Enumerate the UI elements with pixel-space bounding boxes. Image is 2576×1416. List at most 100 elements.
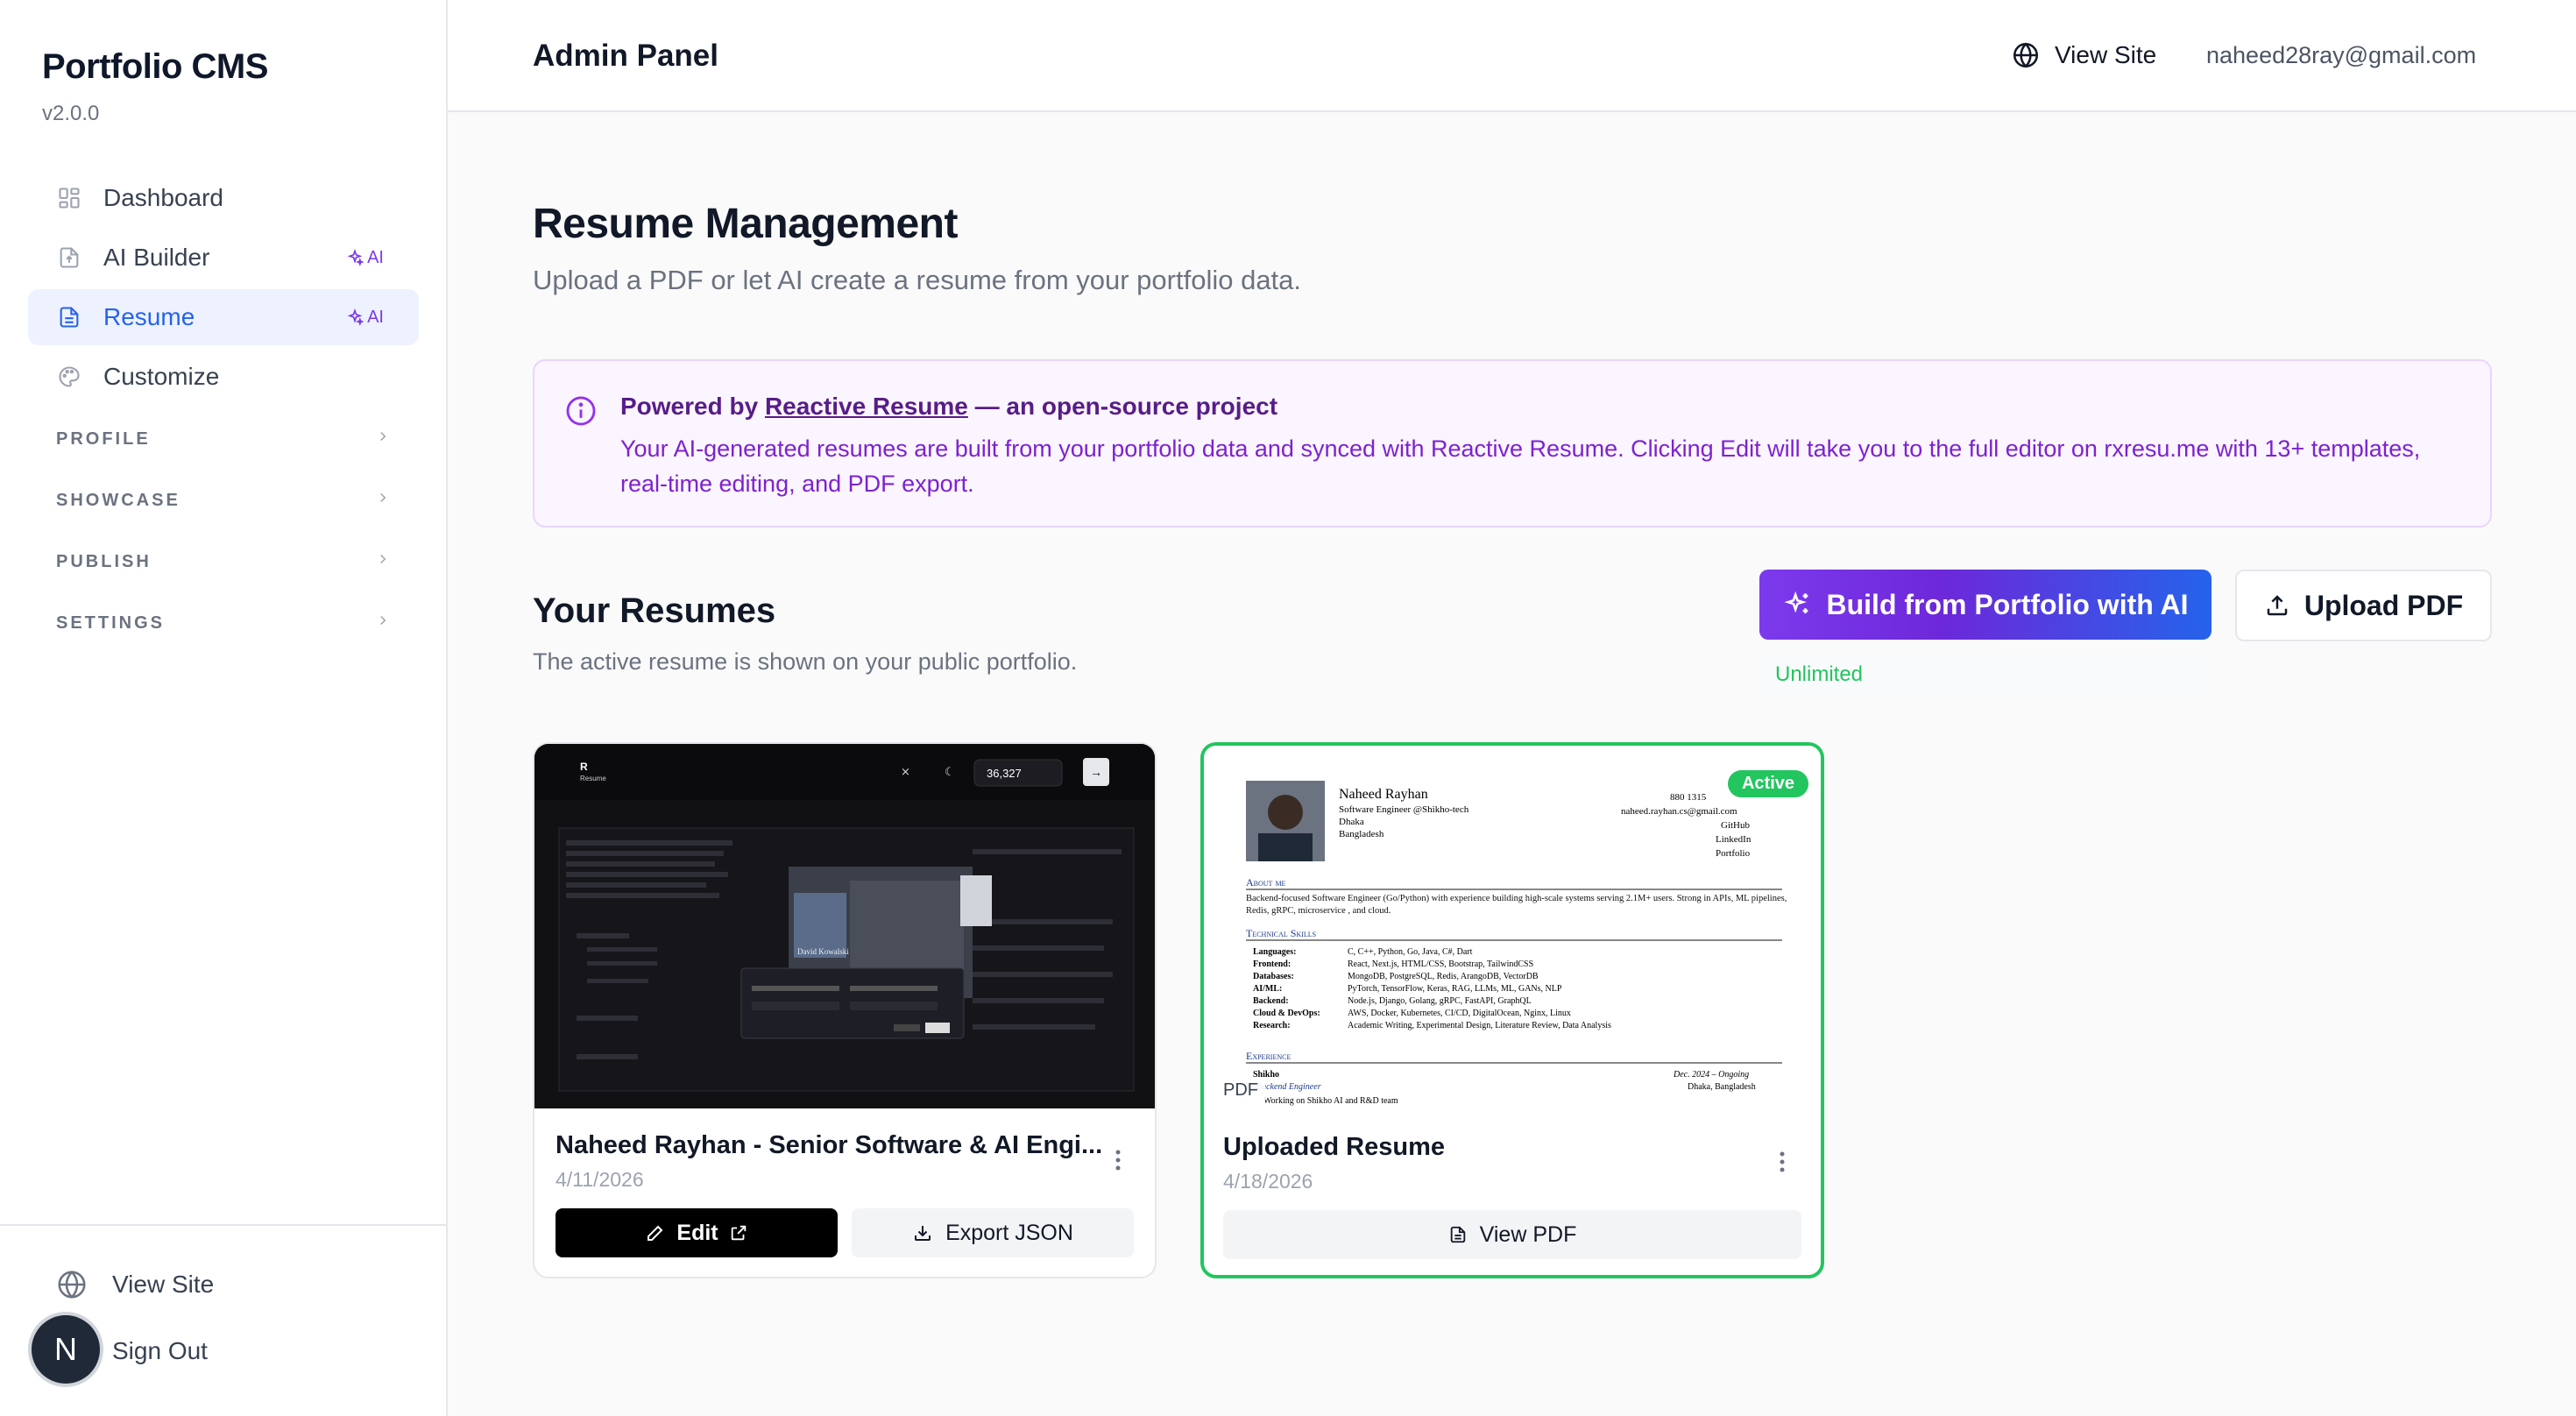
svg-text:Working on Shikho AI and R&D t: Working on Shikho AI and R&D team — [1263, 1096, 1398, 1106]
sparkles-icon — [347, 308, 364, 326]
more-options-icon[interactable] — [1779, 1149, 1786, 1175]
sidebar-item-label: Dashboard — [103, 184, 223, 211]
document-icon — [56, 304, 82, 330]
svg-text:C, C++, Python, Go, Java, C#,: C, C++, Python, Go, Java, C#, Dart — [1348, 947, 1473, 957]
user-email: naheed28ray@gmail.com — [2206, 42, 2477, 68]
svg-text:LinkedIn: LinkedIn — [1716, 834, 1752, 845]
page-title: Resume Management — [533, 201, 958, 247]
svg-text:Dhaka, Bangladesh: Dhaka, Bangladesh — [1688, 1082, 1756, 1092]
resume-date: 4/18/2026 — [1223, 1170, 1313, 1193]
svg-text:naheed.rayhan.cs@gmail.com: naheed.rayhan.cs@gmail.com — [1621, 806, 1737, 817]
usage-unlimited-label: Unlimited — [1759, 655, 2212, 694]
svg-text:Node.js, Django, Golang, gRPC,: Node.js, Django, Golang, gRPC, FastAPI, … — [1348, 996, 1532, 1006]
sidebar: Portfolio CMS v2.0.0 Dashboard AI Builde… — [0, 0, 448, 1416]
resume-preview-thumbnail[interactable]: R Resume ⨯ ☾ 36,327 → David Kowalski — [534, 744, 1155, 1108]
info-title: Powered by Reactive Resume — an open-sou… — [620, 393, 1278, 420]
svg-text:MongoDB, PostgreSQL, Redis, Ar: MongoDB, PostgreSQL, Redis, ArangoDB, Ve… — [1348, 972, 1539, 981]
sidebar-section-showcase[interactable]: SHOWCASE — [28, 470, 419, 531]
svg-text:AI/ML:: AI/ML: — [1253, 984, 1282, 994]
resume-date: 4/11/2026 — [556, 1168, 644, 1191]
chevron-right-icon — [375, 551, 391, 572]
export-json-button[interactable]: Export JSON — [852, 1208, 1134, 1257]
svg-text:Resume: Resume — [580, 775, 606, 782]
resume-pdf-preview[interactable]: Naheed Rayhan Software Engineer @Shikho-… — [1204, 746, 1821, 1110]
svg-text:Dec. 2024 – Ongoing: Dec. 2024 – Ongoing — [1673, 1070, 1749, 1080]
sidebar-item-customize[interactable]: Customize — [28, 349, 419, 405]
svg-text:PyTorch, TensorFlow, Keras, RA: PyTorch, TensorFlow, Keras, RAG, LLMs, M… — [1348, 984, 1562, 994]
svg-text:Technical Skills: Technical Skills — [1246, 927, 1316, 939]
sparkles-icon — [1783, 591, 1808, 613]
resume-card[interactable]: R Resume ⨯ ☾ 36,327 → David Kowalski Nah… — [533, 742, 1157, 1278]
page-header-title: Admin Panel — [533, 39, 718, 73]
svg-text:Experience: Experience — [1246, 1050, 1291, 1062]
chevron-right-icon — [375, 428, 391, 450]
view-pdf-button[interactable]: View PDF — [1223, 1210, 1801, 1259]
info-body: Your AI-generated resumes are built from… — [620, 435, 2421, 497]
svg-text:Frontend:: Frontend: — [1253, 959, 1291, 969]
brand-title: Portfolio CMS — [42, 47, 268, 86]
sidebar-item-ai-builder[interactable]: AI Builder AI — [28, 230, 419, 286]
svg-text:→: → — [1090, 765, 1102, 779]
svg-text:⨯: ⨯ — [901, 765, 910, 778]
chevron-right-icon — [375, 612, 391, 634]
download-icon — [915, 1226, 931, 1241]
sidebar-view-site-link[interactable]: View Site — [54, 1267, 214, 1302]
svg-text:Backend:: Backend: — [1253, 996, 1289, 1006]
sparkles-icon — [347, 249, 364, 266]
svg-text:Languages:: Languages: — [1253, 947, 1296, 957]
sidebar-section-settings[interactable]: SETTINGS — [28, 592, 419, 654]
resumes-section-subtitle: The active resume is shown on your publi… — [533, 648, 1078, 675]
build-with-ai-button[interactable]: Build from Portfolio with AI — [1759, 570, 2212, 640]
sidebar-section-profile[interactable]: PROFILE — [28, 408, 419, 470]
pdf-tag: PDF — [1216, 1079, 1265, 1102]
svg-text:About me: About me — [1246, 876, 1286, 889]
sidebar-item-label: Customize — [103, 363, 220, 390]
svg-text:880 1315: 880 1315 — [1670, 792, 1707, 803]
svg-text:☾: ☾ — [945, 765, 955, 778]
globe-icon — [2011, 40, 2041, 70]
svg-text:React, Next.js, HTML/CSS, Boot: React, Next.js, HTML/CSS, Bootstrap, Tai… — [1348, 959, 1533, 969]
resume-card-active[interactable]: Naheed Rayhan Software Engineer @Shikho-… — [1200, 742, 1824, 1278]
sign-out-button[interactable]: Sign Out — [112, 1337, 208, 1365]
svg-text:Backend Engineer: Backend Engineer — [1256, 1082, 1321, 1092]
palette-icon — [56, 364, 82, 390]
resume-title: Naheed Rayhan - Senior Software & AI Eng… — [556, 1131, 1103, 1159]
info-banner: Powered by Reactive Resume — an open-sou… — [533, 359, 2492, 527]
page-subtitle: Upload a PDF or let AI create a resume f… — [533, 265, 1302, 295]
pencil-icon — [648, 1225, 663, 1241]
upload-pdf-button[interactable]: Upload PDF — [2235, 570, 2492, 641]
svg-text:Research:: Research: — [1253, 1021, 1291, 1030]
svg-text:Bangladesh: Bangladesh — [1339, 829, 1384, 839]
top-bar: Admin Panel View Site naheed28ray@gmail.… — [448, 0, 2576, 112]
svg-text:AWS, Docker, Kubernetes, CI/CD: AWS, Docker, Kubernetes, CI/CD, DigitalO… — [1348, 1009, 1571, 1018]
more-options-icon[interactable] — [1115, 1147, 1122, 1173]
resume-title: Uploaded Resume — [1223, 1133, 1445, 1161]
reactive-resume-link[interactable]: Reactive Resume — [765, 393, 968, 420]
info-icon — [564, 394, 598, 428]
sidebar-item-label: AI Builder — [103, 244, 210, 271]
header-view-site-link[interactable]: View Site — [2011, 40, 2156, 70]
edit-resume-button[interactable]: Edit — [556, 1208, 838, 1257]
svg-text:Academic Writing, Experimental: Academic Writing, Experimental Design, L… — [1348, 1021, 1611, 1030]
preview-sample-name: David Kowalski — [797, 947, 849, 956]
sidebar-item-label: Resume — [103, 303, 195, 330]
upload-icon — [2267, 595, 2288, 616]
svg-text:R: R — [580, 761, 588, 773]
svg-text:Cloud & DevOps:: Cloud & DevOps: — [1253, 1009, 1320, 1018]
resumes-section-title: Your Resumes — [533, 591, 776, 630]
globe-icon — [54, 1267, 89, 1302]
sidebar-item-dashboard[interactable]: Dashboard — [28, 170, 419, 226]
svg-text:GitHub: GitHub — [1721, 820, 1751, 831]
svg-text:Dhaka: Dhaka — [1339, 817, 1364, 827]
svg-text:Naheed Rayhan: Naheed Rayhan — [1339, 787, 1428, 802]
external-link-icon — [731, 1225, 746, 1241]
preview-star-count: 36,327 — [987, 767, 1022, 780]
sidebar-nav: Dashboard AI Builder AI Resume AI Custom… — [28, 170, 419, 654]
version-label: v2.0.0 — [42, 102, 100, 125]
sidebar-item-resume[interactable]: Resume AI — [28, 289, 419, 345]
svg-text:Software Engineer @Shikho-tech: Software Engineer @Shikho-tech — [1339, 804, 1469, 815]
sidebar-section-publish[interactable]: PUBLISH — [28, 531, 419, 592]
chevron-right-icon — [375, 490, 391, 511]
svg-text:Databases:: Databases: — [1253, 972, 1294, 981]
avatar[interactable]: N — [32, 1315, 100, 1384]
